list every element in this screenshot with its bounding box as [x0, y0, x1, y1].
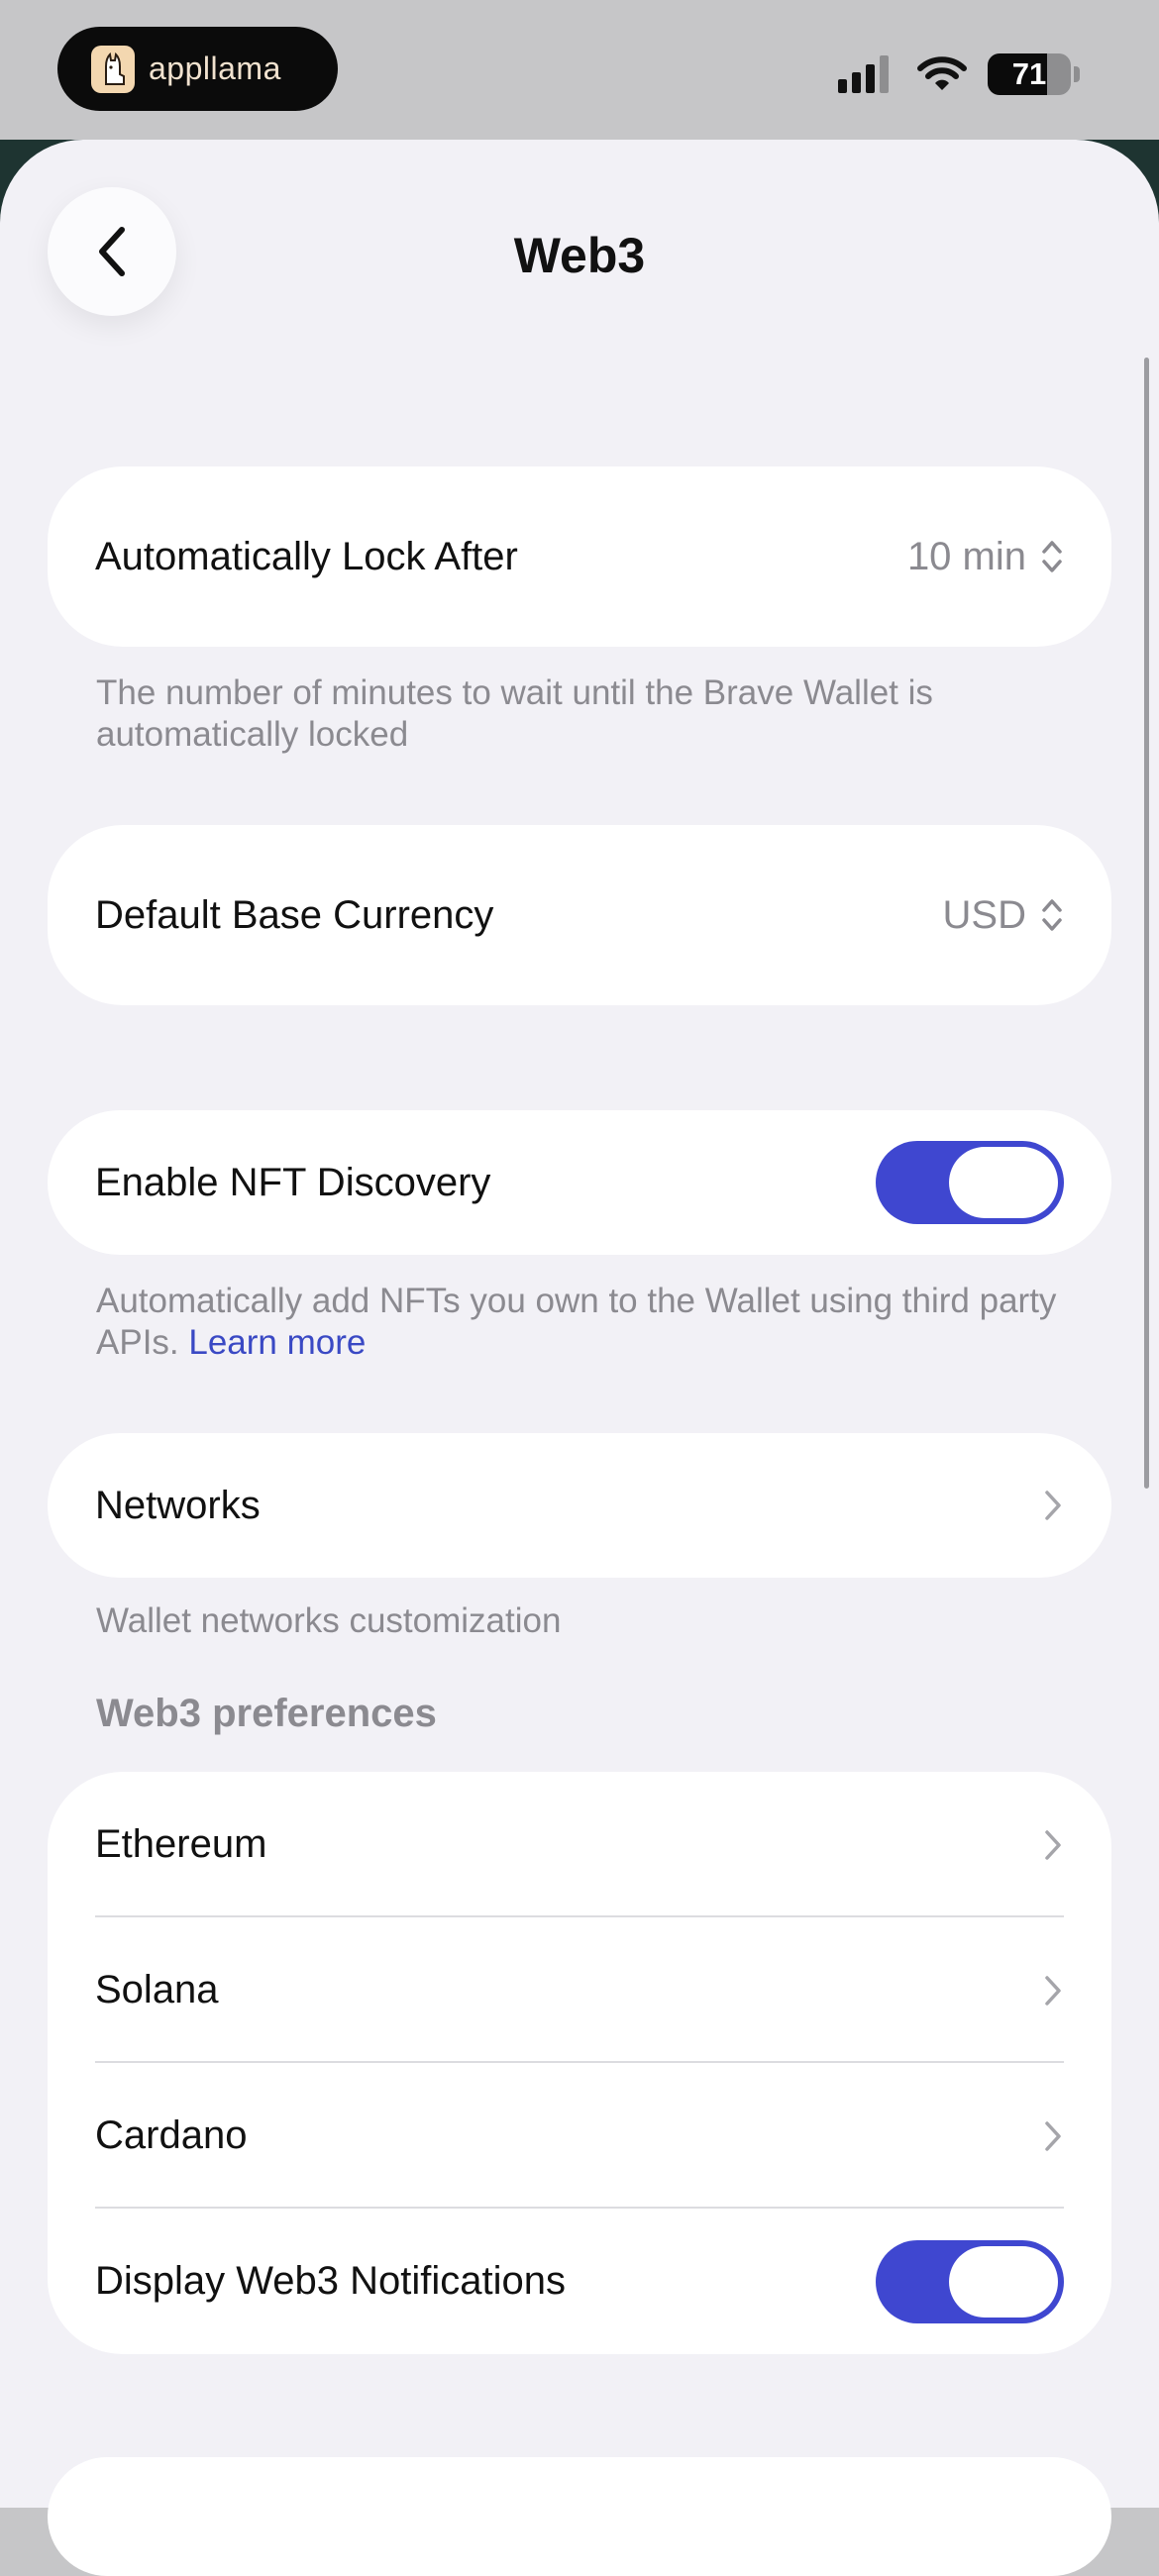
chevron-right-icon	[1045, 2120, 1061, 2151]
toggle-knob	[949, 2245, 1058, 2318]
cardano-row[interactable]: Cardano	[48, 2063, 1111, 2209]
ethereum-row[interactable]: Ethereum	[48, 1772, 1111, 1917]
chevron-right-icon	[1045, 1975, 1061, 2006]
nft-discovery-toggle[interactable]	[876, 1141, 1064, 1224]
llama-logo-icon	[91, 45, 135, 93]
app-badge[interactable]: appllama	[57, 27, 338, 111]
nft-description: Automatically add NFTs you own to the Wa…	[96, 1281, 1077, 1364]
networks-label: Networks	[95, 1483, 261, 1527]
auto-lock-value-text: 10 min	[906, 534, 1026, 578]
signal-icon	[838, 55, 889, 93]
toggle-knob	[949, 1147, 1058, 1218]
auto-lock-card: Automatically Lock After 10 min	[48, 466, 1111, 647]
auto-lock-label: Automatically Lock After	[95, 534, 518, 578]
currency-value[interactable]: USD	[943, 893, 1064, 938]
nft-label: Enable NFT Discovery	[95, 1160, 491, 1204]
web3-preferences-header: Web3 preferences	[96, 1692, 437, 1735]
wifi-icon	[917, 56, 967, 90]
networks-card: Networks	[48, 1433, 1111, 1578]
page-title: Web3	[513, 228, 646, 283]
cardano-label: Cardano	[95, 2113, 248, 2157]
chevron-right-icon	[1045, 1491, 1061, 1520]
battery-percent: 71	[1011, 56, 1047, 91]
networks-row[interactable]: Networks	[48, 1433, 1111, 1578]
up-down-chevron-icon	[1042, 541, 1062, 572]
nft-row: Enable NFT Discovery	[48, 1110, 1111, 1255]
solana-row[interactable]: Solana	[48, 1917, 1111, 2063]
next-settings-card	[48, 2457, 1111, 2576]
auto-lock-value[interactable]: 10 min	[907, 535, 1064, 579]
currency-card: Default Base Currency USD	[48, 825, 1111, 1005]
status-bar: appllama 71	[0, 0, 1159, 140]
app-name: appllama	[149, 51, 281, 86]
auto-lock-row[interactable]: Automatically Lock After 10 min	[48, 466, 1111, 647]
battery-icon: 71	[988, 53, 1071, 95]
learn-more-link[interactable]: Learn more	[188, 1323, 366, 1362]
web3-notifications-toggle[interactable]	[876, 2239, 1064, 2323]
auto-lock-description: The number of minutes to wait until the …	[96, 673, 933, 754]
nft-card: Enable NFT Discovery	[48, 1110, 1111, 1255]
up-down-chevron-icon	[1042, 899, 1062, 931]
settings-sheet: Web3 Automatically Lock After 10 min The…	[0, 140, 1159, 2576]
currency-label: Default Base Currency	[95, 892, 494, 937]
scrollbar[interactable]	[1144, 358, 1149, 1489]
chevron-right-icon	[1045, 1829, 1061, 1860]
ethereum-label: Ethereum	[95, 1822, 267, 1866]
networks-description: Wallet networks customization	[96, 1601, 562, 1640]
currency-row[interactable]: Default Base Currency USD	[48, 825, 1111, 1005]
solana-label: Solana	[95, 1968, 219, 2011]
web3-preferences-card: Ethereum Solana Cardano Display Web3 Not…	[48, 1772, 1111, 2354]
battery-tip	[1074, 66, 1080, 82]
currency-value-text: USD	[942, 892, 1026, 937]
web3-notifications-row: Display Web3 Notifications	[48, 2209, 1111, 2354]
web3-notifications-label: Display Web3 Notifications	[95, 2259, 567, 2303]
